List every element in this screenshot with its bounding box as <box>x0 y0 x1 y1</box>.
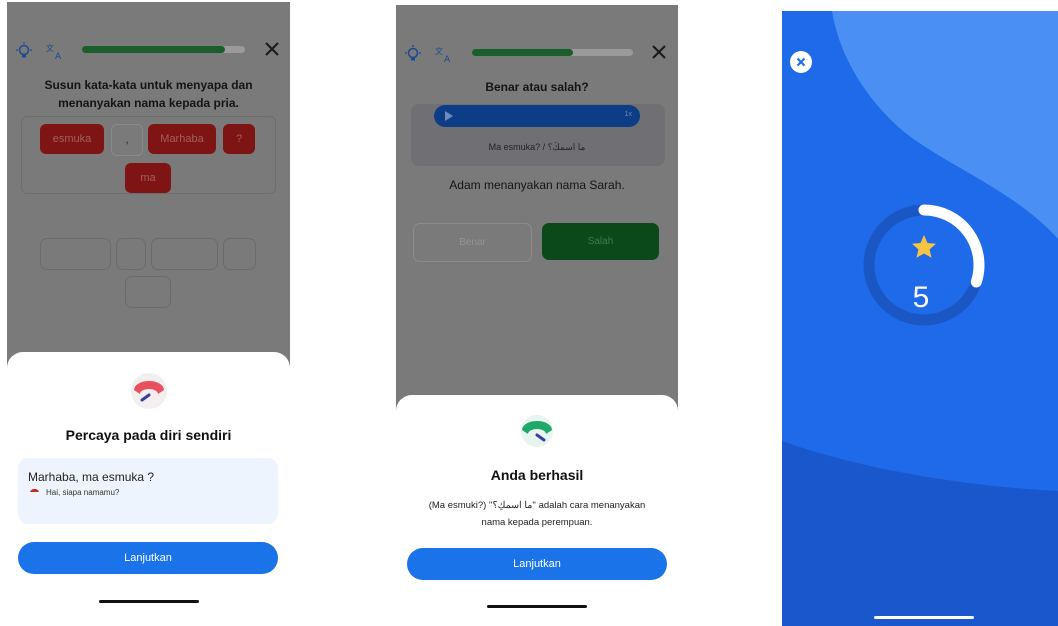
screen-word-order-exercise: 文 A Susun kata-kata untuk menyapa dan me… <box>7 2 290 622</box>
explanation-line-2: nama kepada perempuan. <box>481 517 593 528</box>
flag-icon <box>30 489 39 495</box>
answer-slot[interactable] <box>125 276 171 308</box>
answer-slot[interactable] <box>151 238 218 270</box>
gauge-icon <box>130 373 167 409</box>
svg-text:A: A <box>444 55 451 63</box>
audio-transcript: Ma esmuka? / ما اسمكَ؟ <box>488 142 586 152</box>
feedback-title: Anda berhasil <box>490 467 584 483</box>
true-button[interactable]: Benar <box>413 223 532 262</box>
translate-icon[interactable]: 文 A <box>45 42 67 60</box>
answer-slot[interactable] <box>116 238 146 270</box>
phrase-card: Marhaba, ma esmuka ? Hai, siapa namamu? <box>18 458 278 524</box>
feedback-sheet: Percaya pada diri sendiri Marhaba, ma es… <box>7 352 290 622</box>
audio-speed[interactable]: 1x <box>625 111 632 118</box>
audio-player[interactable]: 1x <box>434 105 640 127</box>
phrase-translation: Hai, siapa namamu? <box>46 488 120 497</box>
close-icon[interactable] <box>263 40 281 58</box>
word-chip-marhaba[interactable]: Marhaba <box>148 124 216 154</box>
feedback-title: Percaya pada diri sendiri <box>65 427 232 443</box>
word-chip-comma[interactable]: , <box>111 124 143 156</box>
continue-button[interactable]: Lanjutkan <box>18 542 278 574</box>
progress-fill <box>472 49 574 56</box>
instruction-line-1: Susun kata-kata untuk menyapa dan <box>44 78 253 92</box>
word-chip-ma[interactable]: ma <box>125 163 171 193</box>
question-title: Benar atau salah? <box>485 80 589 94</box>
play-icon[interactable] <box>445 111 453 121</box>
gauge-icon <box>521 415 553 447</box>
progress-bar <box>82 46 245 53</box>
home-indicator <box>874 616 974 619</box>
svg-text:文: 文 <box>435 46 443 56</box>
explanation-line-1: (Ma esmuki?) ''ما اسمكِ؟'' adalah cara m… <box>428 500 646 511</box>
lightbulb-icon[interactable] <box>15 42 33 60</box>
svg-text:A: A <box>55 52 62 60</box>
statement-text: Adam menanyakan nama Sarah. <box>449 178 625 192</box>
close-button[interactable] <box>790 51 812 73</box>
home-indicator <box>487 605 587 608</box>
svg-text:文: 文 <box>46 43 54 53</box>
screen-streak-result: 5 <box>782 11 1058 626</box>
phrase-text: Marhaba, ma esmuka ? <box>28 470 155 484</box>
word-chip-esmuka[interactable]: esmuka <box>40 124 104 154</box>
progress-fill <box>82 46 226 53</box>
lightbulb-icon[interactable] <box>404 45 422 63</box>
exercise-header: 文 A <box>396 43 678 67</box>
feedback-sheet: Anda berhasil (Ma esmuki?) ''ما اسمكِ؟''… <box>396 395 678 623</box>
word-chip-question-mark[interactable]: ? <box>223 124 255 154</box>
home-indicator <box>98 600 199 603</box>
star-icon <box>912 235 936 258</box>
close-icon[interactable] <box>790 51 812 73</box>
feedback-explanation: (Ma esmuki?) ''ما اسمكِ؟'' adalah cara m… <box>402 497 672 531</box>
answer-slot[interactable] <box>40 238 111 270</box>
false-button[interactable]: Salah <box>542 223 659 260</box>
continue-button[interactable]: Lanjutkan <box>407 548 667 580</box>
streak-count: 5 <box>912 281 930 314</box>
close-icon[interactable] <box>650 43 668 61</box>
exercise-header: 文 A <box>7 40 290 64</box>
translate-icon[interactable]: 文 A <box>434 45 456 63</box>
answer-slot[interactable] <box>223 238 256 270</box>
progress-bar <box>472 49 633 56</box>
screen-true-false-exercise: 文 A Benar atau salah? 1x Ma esmuka? / ما… <box>396 5 678 623</box>
instruction-line-2: menanyakan nama kepada pria. <box>58 96 239 110</box>
